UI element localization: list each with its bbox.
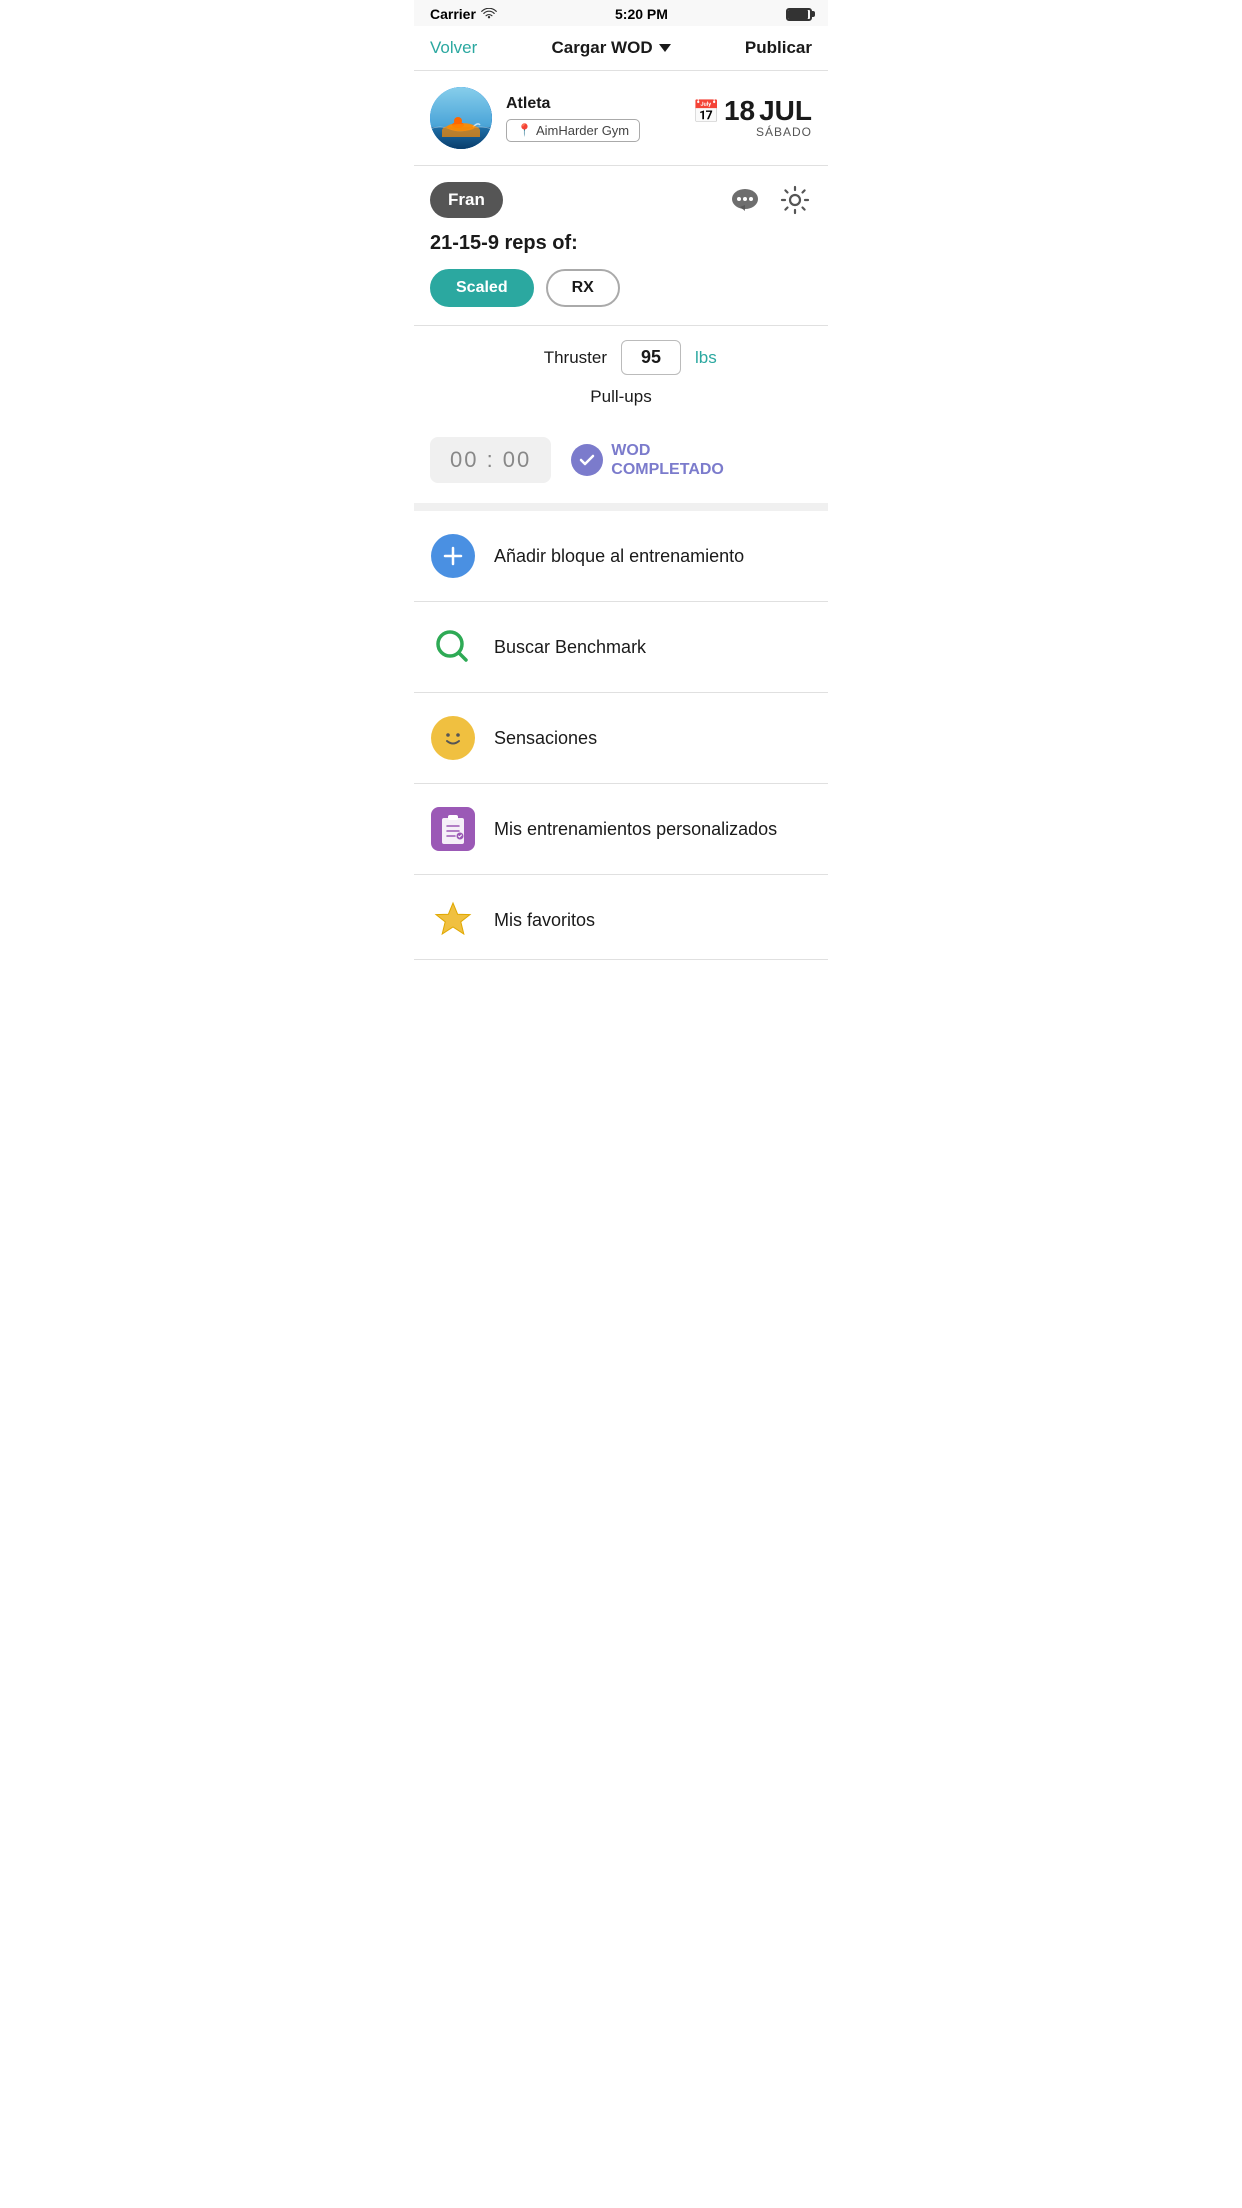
exercise-name-thruster: Thruster [517, 348, 607, 368]
menu-items: Añadir bloque al entrenamiento Buscar Be… [414, 511, 828, 960]
chat-button[interactable] [728, 183, 762, 217]
gear-icon [780, 185, 810, 215]
date-section: 📅 18 JUL SÁBADO [693, 97, 812, 139]
publish-button[interactable]: Publicar [745, 38, 812, 58]
thruster-unit: lbs [695, 348, 725, 368]
chat-icon [728, 183, 762, 217]
scaled-button[interactable]: Scaled [430, 269, 534, 307]
search-icon [430, 624, 476, 670]
athlete-details: Atleta 📍 AimHarder Gym [506, 95, 640, 142]
time-label: 5:20 PM [615, 6, 668, 22]
menu-item-sensaciones[interactable]: Sensaciones [414, 693, 828, 784]
add-block-label: Añadir bloque al entrenamiento [494, 546, 744, 567]
gym-badge[interactable]: 📍 AimHarder Gym [506, 119, 640, 142]
exercise-section: Thruster 95 lbs Pull-ups [414, 326, 828, 407]
nav-bar: Volver Cargar WOD Publicar [414, 26, 828, 71]
menu-item-search-benchmark[interactable]: Buscar Benchmark [414, 602, 828, 693]
nav-title-label: Cargar WOD [552, 38, 653, 58]
wod-header: Fran [430, 182, 812, 218]
pin-icon: 📍 [517, 123, 532, 137]
plus-circle-icon [431, 534, 475, 578]
completed-text: WODCOMPLETADO [611, 441, 724, 479]
mis-favoritos-label: Mis favoritos [494, 910, 595, 931]
menu-item-mis-entrenamientos[interactable]: Mis entrenamientos personalizados [414, 784, 828, 875]
carrier-label: Carrier [430, 6, 497, 22]
timer-section: 00 : 00 WODCOMPLETADO [414, 423, 828, 503]
timer-display[interactable]: 00 : 00 [430, 437, 551, 483]
purple-clipboard-icon [431, 807, 475, 851]
sensaciones-icon [430, 715, 476, 761]
wod-actions [728, 183, 812, 217]
athlete-section: Atleta 📍 AimHarder Gym 📅 18 JUL SÁBADO [414, 71, 828, 166]
search-benchmark-label: Buscar Benchmark [494, 637, 646, 658]
calendar-icon: 📅 [693, 99, 720, 125]
clipboard-icon [430, 806, 476, 852]
exercise-row-pullups: Pull-ups [430, 387, 812, 407]
add-block-icon [430, 533, 476, 579]
exercise-row-thruster: Thruster 95 lbs [430, 340, 812, 375]
nav-title[interactable]: Cargar WOD [552, 38, 671, 58]
battery-icon [786, 8, 812, 21]
thruster-value[interactable]: 95 [621, 340, 681, 375]
avatar-svg [430, 87, 492, 149]
mis-entrenamientos-label: Mis entrenamientos personalizados [494, 819, 777, 840]
wifi-icon [481, 8, 497, 20]
exercise-name-pullups: Pull-ups [590, 387, 651, 407]
search-benchmark-icon [430, 624, 476, 670]
check-circle-icon [571, 444, 603, 476]
status-bar: Carrier 5:20 PM [414, 0, 828, 26]
star-icon-container [430, 897, 476, 943]
section-divider [414, 503, 828, 511]
smiley-icon [431, 716, 475, 760]
wod-name-badge[interactable]: Fran [430, 182, 503, 218]
checkmark-icon [578, 451, 596, 469]
scaling-buttons: Scaled RX [430, 269, 812, 307]
date-day: 18 [724, 97, 755, 125]
wod-block: Fran 21-15-9 reps of: Sc [414, 166, 828, 326]
wod-completed-button[interactable]: WODCOMPLETADO [571, 441, 724, 479]
avatar [430, 87, 492, 149]
back-button[interactable]: Volver [430, 38, 477, 58]
date-info: 18 JUL SÁBADO [724, 97, 812, 139]
avatar-image [430, 87, 492, 149]
rx-button[interactable]: RX [546, 269, 620, 307]
athlete-info-left: Atleta 📍 AimHarder Gym [430, 87, 640, 149]
menu-item-add-block[interactable]: Añadir bloque al entrenamiento [414, 511, 828, 602]
wod-description: 21-15-9 reps of: [430, 232, 812, 255]
date-weekday: SÁBADO [724, 125, 812, 139]
date-month: JUL [759, 97, 812, 125]
menu-item-mis-favoritos[interactable]: Mis favoritos [414, 875, 828, 960]
athlete-name: Atleta [506, 95, 640, 113]
star-icon [431, 898, 475, 942]
gym-name: AimHarder Gym [536, 123, 629, 138]
date-with-icon: 📅 18 JUL SÁBADO [693, 97, 812, 139]
nav-dropdown-arrow [659, 44, 671, 52]
settings-button[interactable] [778, 183, 812, 217]
sensaciones-label: Sensaciones [494, 728, 597, 749]
